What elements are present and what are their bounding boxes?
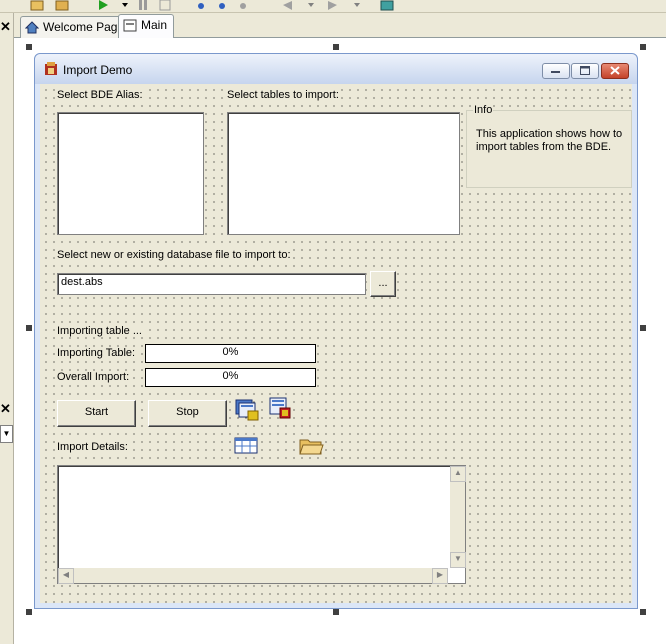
window-title: Import Demo xyxy=(63,63,133,77)
resize-handle[interactable] xyxy=(333,609,339,615)
import-details-memo[interactable]: ▲ ▼ ◀ ▶ xyxy=(57,465,466,584)
tab-welcome-page[interactable]: Welcome Page xyxy=(20,16,132,38)
dest-file-input[interactable]: dest.abs xyxy=(57,273,366,295)
bde-alias-listbox[interactable] xyxy=(57,112,204,235)
step-out-icon[interactable] xyxy=(236,0,250,11)
close-icon[interactable]: ✕ xyxy=(0,401,11,417)
scroll-down-icon[interactable]: ▼ xyxy=(450,552,466,568)
info-text: This application shows how to import tab… xyxy=(476,128,623,153)
table-grid-icon xyxy=(234,437,258,454)
scroll-up-icon[interactable]: ▲ xyxy=(450,466,466,482)
window-titlebar[interactable]: Import Demo xyxy=(35,54,637,84)
tab-main[interactable]: Main xyxy=(118,14,175,39)
book-stack-icon[interactable] xyxy=(380,0,394,11)
maximize-icon xyxy=(580,66,590,75)
browse-button[interactable]: ... xyxy=(370,271,396,297)
status-text: Importing table ... xyxy=(56,325,143,337)
import-demo-window: Import Demo Select BDE Alias: Select tab… xyxy=(34,53,638,609)
scroll-left-icon[interactable]: ◀ xyxy=(58,568,74,584)
start-button[interactable]: Start xyxy=(57,400,136,427)
tables-listbox[interactable] xyxy=(227,112,460,235)
overall-import-label: Overall Import: xyxy=(56,371,131,383)
ide-toolbar xyxy=(0,0,666,13)
forward-icon[interactable] xyxy=(326,0,340,11)
back-dropdown-icon[interactable] xyxy=(304,0,318,11)
minimize-icon xyxy=(551,71,560,73)
tables-label: Select tables to import: xyxy=(226,89,340,101)
step-into-icon[interactable] xyxy=(194,0,208,11)
app-icon xyxy=(45,62,57,75)
resize-handle[interactable] xyxy=(26,325,32,331)
database-table-icon xyxy=(269,397,291,419)
close-button[interactable] xyxy=(601,63,629,79)
horizontal-scrollbar[interactable]: ◀ ▶ xyxy=(58,568,448,584)
tab-label: Welcome Page xyxy=(43,20,125,34)
info-groupbox: Info This application shows how to impor… xyxy=(466,104,632,188)
back-icon[interactable] xyxy=(280,0,294,11)
overall-import-progress: 0% xyxy=(145,368,316,387)
resize-handle[interactable] xyxy=(26,609,32,615)
dest-file-label: Select new or existing database file to … xyxy=(56,249,292,261)
form-client-area: Select BDE Alias: Select tables to impor… xyxy=(40,84,632,603)
home-icon xyxy=(25,21,39,34)
resize-handle[interactable] xyxy=(640,609,646,615)
resize-handle[interactable] xyxy=(640,325,646,331)
import-details-label: Import Details: xyxy=(56,441,129,453)
pause-icon[interactable] xyxy=(136,0,150,11)
left-panel-edge: ✕ ✕ ▼ xyxy=(0,13,14,644)
database-tables-icon xyxy=(235,399,259,421)
save-icon[interactable] xyxy=(55,0,69,11)
forward-dropdown-icon[interactable] xyxy=(350,0,364,11)
step-over-icon[interactable] xyxy=(215,0,229,11)
open-folder-icon[interactable] xyxy=(30,0,44,11)
vertical-scrollbar[interactable]: ▲ ▼ xyxy=(450,466,466,568)
open-folder-icon xyxy=(299,439,324,455)
bde-alias-label: Select BDE Alias: xyxy=(56,89,144,101)
form-icon xyxy=(123,19,137,32)
dropdown-arrow-icon[interactable]: ▼ xyxy=(0,425,13,443)
minimize-button[interactable] xyxy=(542,63,570,79)
resize-handle[interactable] xyxy=(640,44,646,50)
stop-button[interactable]: Stop xyxy=(148,400,227,427)
importing-table-label: Importing Table: xyxy=(56,347,137,359)
stop-icon[interactable] xyxy=(158,0,172,11)
resize-handle[interactable] xyxy=(333,44,339,50)
importing-table-progress: 0% xyxy=(145,344,316,363)
tab-label: Main xyxy=(141,18,168,32)
close-icon xyxy=(610,66,620,75)
resize-handle[interactable] xyxy=(26,44,32,50)
maximize-button[interactable] xyxy=(571,63,599,79)
run-dropdown-icon[interactable] xyxy=(118,0,132,11)
scroll-right-icon[interactable]: ▶ xyxy=(432,568,448,584)
editor-tabbar: Welcome Page Main xyxy=(14,13,666,39)
close-icon[interactable]: ✕ xyxy=(0,19,11,35)
info-caption: Info xyxy=(473,104,494,116)
run-icon[interactable] xyxy=(96,0,110,11)
